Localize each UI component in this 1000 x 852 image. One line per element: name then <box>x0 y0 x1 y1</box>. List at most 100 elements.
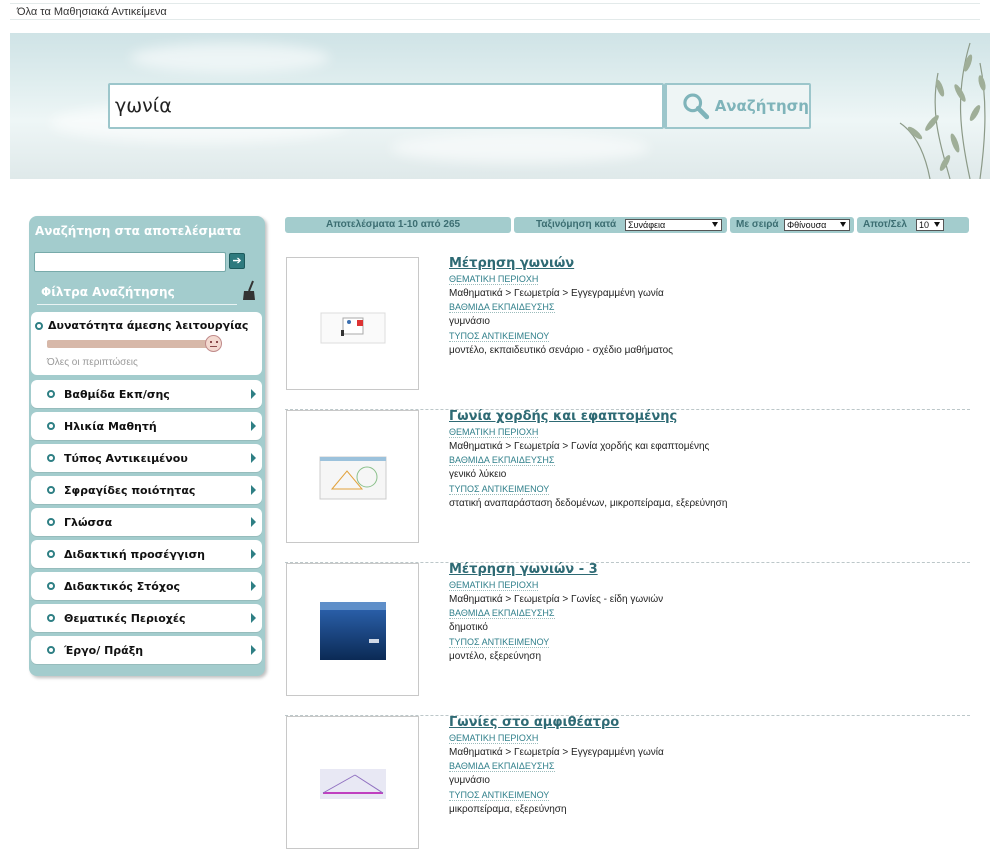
type-label: ΤΥΠΟΣ ΑΝΤΙΚΕΙΜΕΝΟΥ <box>449 790 550 801</box>
area-value: Μαθηματικά > Γεωμετρία > Εγγεγραμμένη γω… <box>449 288 664 299</box>
facet-object-type[interactable]: Τύπος Αντικειμένου <box>31 444 262 472</box>
thumbnail-image <box>320 602 386 660</box>
facet-didactic-goal[interactable]: Διδακτικός Στόχος <box>31 572 262 600</box>
level-value: γυμνάσιο <box>449 775 490 786</box>
smiley-icon[interactable] <box>205 335 222 352</box>
result-title-link[interactable]: Γωνία χορδής και εφαπτομένης <box>449 409 677 424</box>
thumbnail-image <box>319 456 387 500</box>
chevron-right-icon <box>251 485 256 495</box>
area-label: ΘΕΜΑΤΙΚΗ ΠΕΡΙΟΧΗ <box>449 427 539 438</box>
live-operation-label: Δυνατότητα άμεσης λειτουργίας <box>48 319 249 332</box>
per-page-value: 10 <box>919 220 930 230</box>
level-value: δημοτικό <box>449 622 488 633</box>
sidebar: Αναζήτηση στα αποτελέσματα ➔ Φίλτρα Αναζ… <box>29 216 265 676</box>
facet-student-age[interactable]: Ηλικία Μαθητή <box>31 412 262 440</box>
type-value: μικροπείραμα, εξερεύνηση <box>449 804 567 815</box>
facet-language[interactable]: Γλώσσα <box>31 508 262 536</box>
sort-label: Ταξινόμηση κατά <box>536 219 617 230</box>
live-operation-filter: Δυνατότητα άμεσης λειτουργίας Όλες οι πε… <box>31 312 262 375</box>
breadcrumb[interactable]: Όλα τα Μαθησιακά Αντικείμενα <box>17 6 167 18</box>
facet-label: Γλώσσα <box>64 516 113 529</box>
refine-search-go-button[interactable]: ➔ <box>229 253 245 269</box>
result-thumbnail[interactable] <box>286 410 419 543</box>
level-label: ΒΑΘΜΙΔΑ ΕΚΠΑΙΔΕΥΣΗΣ <box>449 761 555 772</box>
search-button-label: Αναζήτηση <box>714 97 809 115</box>
facet-label: Έργο/ Πράξη <box>64 644 144 657</box>
hero-banner: Αναζήτηση <box>10 33 990 179</box>
facet-didactic-approach[interactable]: Διδακτική προσέγγιση <box>31 540 262 568</box>
chevron-right-icon <box>251 453 256 463</box>
level-value: γυμνάσιο <box>449 316 490 327</box>
divider <box>10 3 980 4</box>
level-label: ΒΑΘΜΙΔΑ ΕΚΠΑΙΔΕΥΣΗΣ <box>449 455 555 466</box>
result-thumbnail[interactable] <box>286 257 419 390</box>
results-count: Αποτελέσματα 1-10 από 265 <box>326 219 461 230</box>
facet-quality-seals[interactable]: Σφραγίδες ποιότητας <box>31 476 262 504</box>
type-label: ΤΥΠΟΣ ΑΝΤΙΚΕΙΜΕΝΟΥ <box>449 484 550 495</box>
per-page-bar: Αποτ/Σελ 10 <box>857 217 969 233</box>
search-input[interactable] <box>110 85 662 127</box>
area-label: ΘΕΜΑΤΙΚΗ ΠΕΡΙΟΧΗ <box>449 274 539 285</box>
sidebar-title: Αναζήτηση στα αποτελέσματα <box>35 224 241 238</box>
type-label: ΤΥΠΟΣ ΑΝΤΙΚΕΙΜΕΝΟΥ <box>449 637 550 648</box>
order-value: Φθίνουσα <box>787 220 827 230</box>
search-button[interactable]: Αναζήτηση <box>664 83 811 129</box>
thumbnail-image <box>320 312 386 344</box>
chevron-right-icon <box>251 389 256 399</box>
chevron-right-icon <box>251 517 256 527</box>
area-value: Μαθηματικά > Γεωμετρία > Γωνίες - είδη γ… <box>449 594 664 605</box>
bullet-icon <box>47 646 55 654</box>
divider <box>37 304 237 305</box>
level-label: ΒΑΘΜΙΔΑ ΕΚΠΑΙΔΕΥΣΗΣ <box>449 608 555 619</box>
bullet-icon <box>47 390 55 398</box>
result-title-link[interactable]: Μέτρηση γωνιών <box>449 256 574 271</box>
facet-thematic-areas[interactable]: Θεματικές Περιοχές <box>31 604 262 632</box>
result-title-link[interactable]: Μέτρηση γωνιών - 3 <box>449 562 598 577</box>
results-count-bar: Αποτελέσματα 1-10 από 265 <box>285 217 511 233</box>
result-item: Μέτρηση γωνιών ΘΕΜΑΤΙΚΗ ΠΕΡΙΟΧΗ Μαθηματι… <box>285 256 970 410</box>
facet-project[interactable]: Έργο/ Πράξη <box>31 636 262 664</box>
facet-label: Τύπος Αντικειμένου <box>64 452 188 465</box>
bullet-icon <box>47 614 55 622</box>
order-select[interactable]: Φθίνουσα <box>784 219 850 231</box>
sort-select[interactable]: Συνάφεια <box>625 219 722 231</box>
bullet-icon <box>47 582 55 590</box>
search-icon <box>683 93 710 120</box>
chevron-right-icon <box>251 645 256 655</box>
live-operation-slider[interactable] <box>47 340 212 348</box>
refine-search-input[interactable] <box>34 252 226 272</box>
result-thumbnail[interactable] <box>286 716 419 849</box>
arrow-right-icon: ➔ <box>232 255 242 267</box>
result-item: Γωνίες στο αμφιθέατρο ΘΕΜΑΤΙΚΗ ΠΕΡΙΟΧΗ Μ… <box>285 715 970 852</box>
facet-label: Διδακτική προσέγγιση <box>64 548 206 561</box>
bullet-icon <box>35 322 43 330</box>
facet-label: Βαθμίδα Εκπ/σης <box>64 388 170 401</box>
dropdown-arrow-icon <box>934 222 940 227</box>
bullet-icon <box>47 486 55 494</box>
level-value: γενικό λύκειο <box>449 469 507 480</box>
chevron-right-icon <box>251 581 256 591</box>
type-value: μοντέλο, εξερεύνηση <box>449 651 542 662</box>
type-value: μοντέλο, εκπαιδευτικό σενάριο - σχέδιο μ… <box>449 345 673 356</box>
per-page-label: Αποτ/Σελ <box>863 219 907 230</box>
broom-icon[interactable] <box>241 280 257 302</box>
sort-value: Συνάφεια <box>628 220 666 230</box>
bullet-icon <box>47 518 55 526</box>
dropdown-arrow-icon <box>712 222 718 227</box>
per-page-select[interactable]: 10 <box>916 219 944 231</box>
top-bar: Όλα τα Μαθησιακά Αντικείμενα <box>0 0 1000 33</box>
live-operation-value: Όλες οι περιπτώσεις <box>47 357 138 368</box>
search-box <box>108 83 664 129</box>
area-label: ΘΕΜΑΤΙΚΗ ΠΕΡΙΟΧΗ <box>449 733 539 744</box>
dropdown-arrow-icon <box>840 222 846 227</box>
order-bar: Με σειρά Φθίνουσα <box>730 217 854 233</box>
result-item: Γωνία χορδής και εφαπτομένης ΘΕΜΑΤΙΚΗ ΠΕ… <box>285 409 970 563</box>
facet-label: Θεματικές Περιοχές <box>64 612 186 625</box>
thumbnail-image <box>320 769 386 799</box>
result-title-link[interactable]: Γωνίες στο αμφιθέατρο <box>449 715 619 730</box>
facet-education-level[interactable]: Βαθμίδα Εκπ/σης <box>31 380 262 408</box>
result-thumbnail[interactable] <box>286 563 419 696</box>
area-label: ΘΕΜΑΤΙΚΗ ΠΕΡΙΟΧΗ <box>449 580 539 591</box>
sort-bar: Ταξινόμηση κατά Συνάφεια <box>514 217 727 233</box>
chevron-right-icon <box>251 613 256 623</box>
